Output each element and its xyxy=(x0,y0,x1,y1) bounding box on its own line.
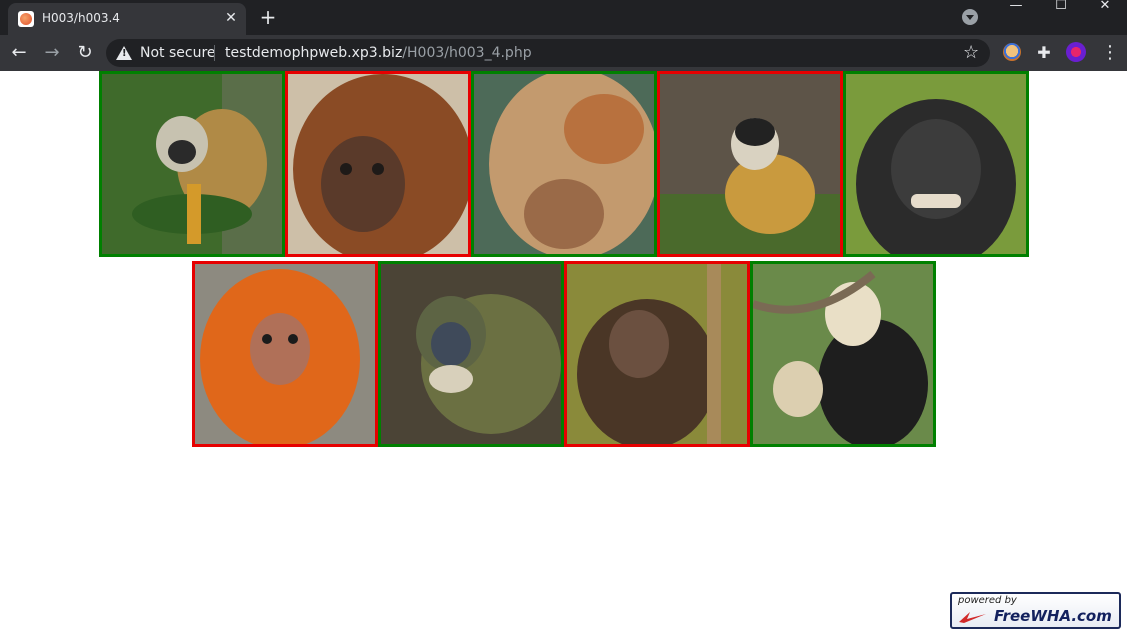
image-tile-proboscis-monkey[interactable] xyxy=(471,71,657,257)
squirrel-monkey-image xyxy=(102,74,282,254)
crested-macaque-image xyxy=(846,74,1026,254)
badge-powered-by: powered by xyxy=(958,595,1017,606)
puzzle-icon[interactable]: ✚ xyxy=(1033,42,1055,64)
spider-monkey-image xyxy=(567,264,747,444)
tab-close-icon[interactable]: ✕ xyxy=(222,9,240,27)
tab-bar: H003/h003.4 ✕ + — ☐ ✕ xyxy=(0,0,1127,35)
blue-monkey-image xyxy=(381,264,561,444)
capuchin-monkey-image xyxy=(753,264,933,444)
browser-toolbar: ← → ↻ Not secure testdemophpweb.xp3.biz/… xyxy=(0,35,1127,71)
back-arrow-icon[interactable]: ← xyxy=(8,42,30,64)
image-gallery xyxy=(0,71,1127,634)
url-path: /H003/h003_4.php xyxy=(402,45,532,61)
omnibox-divider xyxy=(214,45,215,61)
image-tile-squirrel-monkey-2[interactable] xyxy=(657,71,843,257)
security-status[interactable]: Not secure xyxy=(140,45,216,61)
image-tile-spider-monkey[interactable] xyxy=(564,261,750,447)
url-text[interactable]: testdemophpweb.xp3.biz/H003/h003_4.php xyxy=(225,45,532,61)
forward-arrow-icon[interactable]: → xyxy=(41,42,63,64)
close-window-button[interactable]: ✕ xyxy=(1083,0,1127,14)
url-host: testdemophpweb.xp3.biz xyxy=(225,45,403,61)
image-tile-crested-macaque[interactable] xyxy=(843,71,1029,257)
tab-search-icon[interactable] xyxy=(962,9,978,25)
freewha-badge[interactable]: powered by FreeWHA.com xyxy=(950,592,1121,629)
reload-icon[interactable]: ↻ xyxy=(74,42,96,64)
image-tile-squirrel-monkey[interactable] xyxy=(99,71,285,257)
profile-icon[interactable] xyxy=(1066,42,1086,62)
badge-swoosh-icon xyxy=(959,612,986,623)
star-icon[interactable]: ☆ xyxy=(963,42,979,64)
proboscis-monkey-image xyxy=(474,74,654,254)
menu-dots-icon[interactable]: ⋮ xyxy=(1101,41,1119,65)
warning-icon xyxy=(116,46,132,60)
site-favicon-icon xyxy=(18,11,34,27)
squirrel-monkey-ground-image xyxy=(660,74,840,254)
image-tile-capuchin-monkey[interactable] xyxy=(750,261,936,447)
maximize-button[interactable]: ☐ xyxy=(1039,0,1083,14)
golden-lion-tamarin-image xyxy=(195,264,375,444)
extension-face-icon[interactable] xyxy=(1003,43,1021,61)
minimize-button[interactable]: — xyxy=(994,0,1038,14)
address-bar[interactable]: Not secure testdemophpweb.xp3.biz/H003/h… xyxy=(106,39,990,67)
image-tile-blue-monkey[interactable] xyxy=(378,261,564,447)
tab-title: H003/h003.4 xyxy=(42,11,120,25)
image-tile-golden-lion-tamarin[interactable] xyxy=(192,261,378,447)
badge-freewha: FreeWHA.com xyxy=(994,607,1112,625)
browser-tab[interactable]: H003/h003.4 ✕ xyxy=(8,3,246,35)
new-tab-button[interactable]: + xyxy=(257,6,279,28)
image-tile-howler-monkey[interactable] xyxy=(285,71,471,257)
howler-monkey-image xyxy=(288,74,468,254)
